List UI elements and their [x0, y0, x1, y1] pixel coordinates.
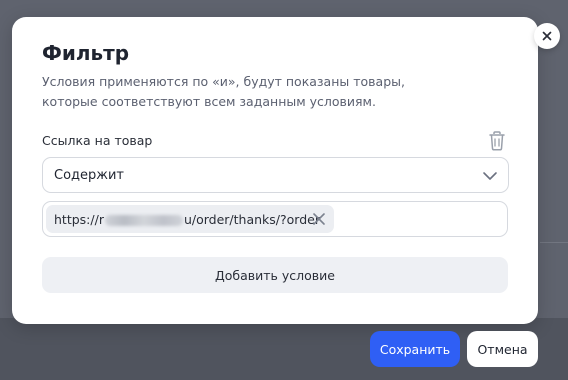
- url-tag-suffix: u/order/thanks/?order: [183, 211, 320, 227]
- tag-remove-button[interactable]: [312, 212, 326, 226]
- url-tag-text: https://r u/order/thanks/?order: [54, 212, 320, 227]
- dialog-title: Фильтр: [42, 41, 130, 65]
- chevron-down-icon: [482, 166, 498, 185]
- close-icon: [542, 31, 552, 41]
- save-button[interactable]: Сохранить: [370, 331, 460, 367]
- operator-select[interactable]: Содержит: [42, 157, 509, 193]
- url-tag-chip: https://r u/order/thanks/?order: [46, 205, 334, 233]
- url-tags-input[interactable]: https://r u/order/thanks/?order: [42, 201, 508, 237]
- redacted-domain: [104, 214, 183, 226]
- close-icon: [313, 213, 325, 225]
- url-tag-visible-start: r: [98, 211, 104, 227]
- filter-dialog: Фильтр Условия применяются по «и», будут…: [12, 17, 560, 324]
- trash-icon[interactable]: [488, 131, 506, 151]
- add-condition-button[interactable]: Добавить условие: [42, 257, 508, 293]
- url-tag-prefix: https://: [54, 211, 99, 227]
- operator-select-value: Содержит: [54, 167, 125, 183]
- close-dialog-button[interactable]: [534, 23, 560, 49]
- dialog-description: Условия применяются по «и», будут показа…: [42, 74, 405, 109]
- condition-field-label: Ссылка на товар: [42, 133, 153, 148]
- background-divider: [540, 242, 568, 243]
- cancel-button[interactable]: Отмена: [467, 331, 538, 367]
